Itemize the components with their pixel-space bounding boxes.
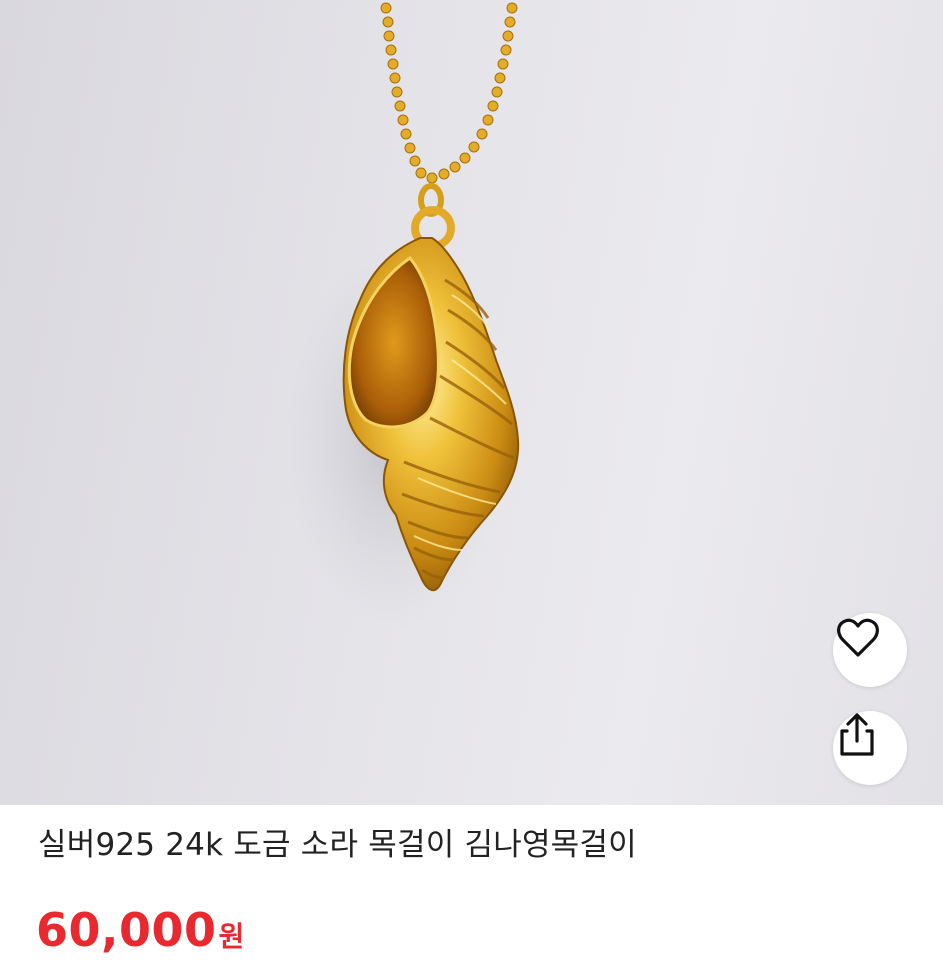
price-unit: 원 [218, 920, 245, 953]
price-amount: 60,000 [36, 903, 217, 957]
product-price: 60,000원 [36, 900, 244, 971]
share-button[interactable] [833, 711, 907, 785]
product-title: 실버925 24k 도금 소라 목걸이 김나영목걸이 [38, 827, 637, 863]
product-image[interactable] [0, 0, 943, 805]
like-button[interactable] [833, 613, 907, 687]
shell-pendant-photo [285, 2, 520, 630]
chain [380, 2, 518, 184]
